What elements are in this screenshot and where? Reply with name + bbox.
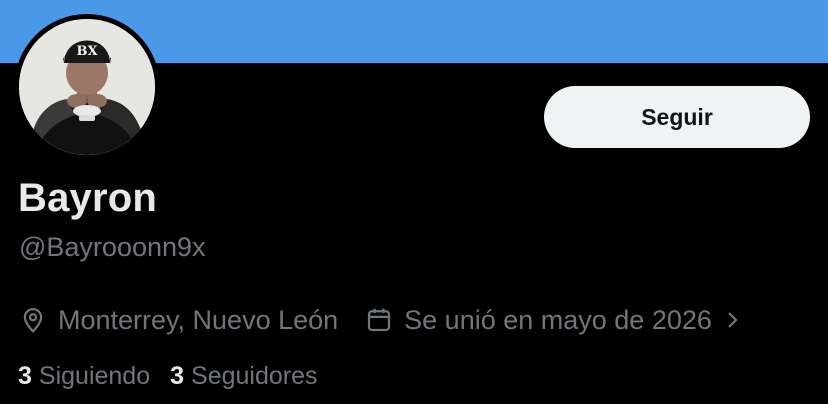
following-link[interactable]: 3 Siguiendo — [18, 362, 150, 391]
join-date-item[interactable]: Se unió en mayo de 2026 — [364, 305, 744, 336]
avatar-frame: BX — [14, 14, 160, 160]
user-handle: @Bayrooonn9x — [19, 232, 206, 262]
followers-label: Seguidores — [191, 362, 318, 390]
avatar-photo: BX — [19, 19, 155, 155]
following-label: Siguiendo — [38, 362, 151, 390]
follow-stats: 3 Siguiendo 3 Seguidores — [18, 362, 318, 391]
follow-button[interactable]: Seguir — [544, 86, 810, 148]
location-item: Monterrey, Nuevo León — [18, 305, 338, 336]
chevron-right-icon — [720, 308, 744, 332]
display-name: Bayron — [18, 176, 158, 220]
calendar-icon — [364, 305, 394, 335]
followers-link[interactable]: 3 Seguidores — [170, 362, 317, 391]
join-date-text: Se unió en mayo de 2026 — [404, 304, 712, 335]
followers-count: 3 — [170, 362, 185, 390]
location-pin-icon — [18, 305, 48, 335]
profile-meta: Monterrey, Nuevo León Se unió en mayo de… — [18, 300, 744, 340]
svg-text:BX: BX — [76, 44, 98, 59]
following-count: 3 — [18, 362, 32, 390]
location-text: Monterrey, Nuevo León — [58, 304, 339, 335]
avatar[interactable]: BX — [19, 19, 155, 155]
